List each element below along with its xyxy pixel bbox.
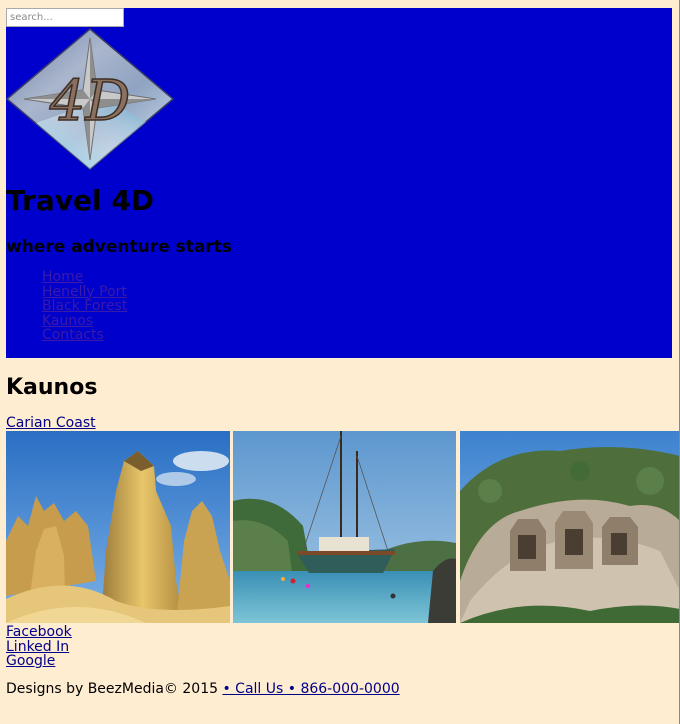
footer-credit: Designs by BeezMedia© 2015 [6, 681, 219, 697]
nav-item-home: Home [42, 270, 127, 285]
nav-link-henelly-port[interactable]: Henelly Port [42, 284, 127, 300]
social-item-facebook: Facebook [6, 625, 72, 640]
main-nav: Home Henelly Port Black Forest Kaunos Co… [42, 270, 127, 343]
social-item-linkedin: Linked In [6, 639, 72, 655]
nav-item-contacts: Contacts [42, 328, 127, 343]
search-input[interactable] [6, 8, 124, 27]
page-title: Kaunos [6, 375, 98, 400]
rock-formations-photo [6, 431, 230, 623]
carian-coast-link[interactable]: Carian Coast [6, 415, 96, 431]
social-item-google: Google [6, 654, 72, 669]
sailing-boat-photo [233, 431, 456, 623]
social-links: Facebook Linked In Google [6, 625, 72, 669]
site-footer: Designs by BeezMedia© 2015 • Call Us • 8… [6, 681, 400, 697]
call-us-link[interactable]: • Call Us • 866-000-0000 [222, 681, 399, 697]
site-tagline: where adventure starts [6, 237, 232, 257]
nav-link-contacts[interactable]: Contacts [42, 327, 104, 343]
site-title: Travel 4D [6, 184, 155, 217]
facebook-link[interactable]: Facebook [6, 624, 72, 640]
rock-tombs-photo [460, 431, 680, 623]
nav-link-black-forest[interactable]: Black Forest [42, 298, 127, 314]
site-logo: 4D [5, 28, 175, 170]
nav-item-henelly-port: Henelly Port [42, 284, 127, 300]
nav-item-black-forest: Black Forest [42, 299, 127, 314]
nav-link-home[interactable]: Home [42, 269, 83, 285]
linkedin-link[interactable]: Linked In [6, 639, 69, 655]
nav-link-kaunos[interactable]: Kaunos [42, 313, 93, 329]
google-link[interactable]: Google [6, 653, 55, 669]
logo-text: 4D [49, 69, 131, 134]
nav-item-kaunos: Kaunos [42, 313, 127, 329]
